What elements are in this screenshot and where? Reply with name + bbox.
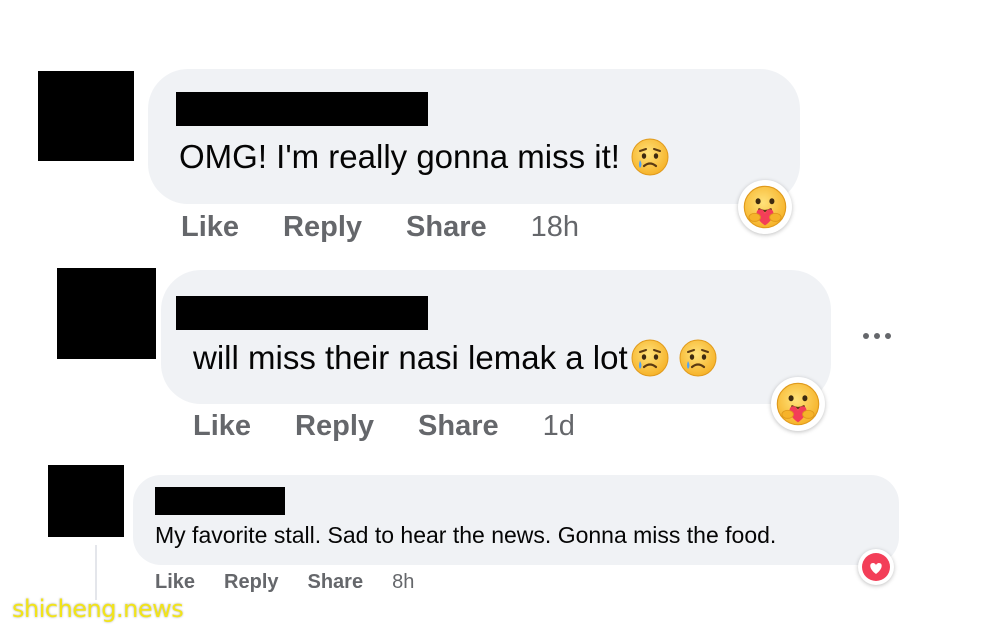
share-button[interactable]: Share bbox=[308, 571, 364, 594]
reply-button[interactable]: Reply bbox=[283, 211, 362, 244]
comment-text: My favorite stall. Sad to hear the news.… bbox=[155, 522, 777, 548]
sad-but-relieved-face-icon bbox=[678, 338, 718, 378]
comment-body: OMG! I'm really gonna miss it! bbox=[179, 137, 670, 177]
watermark: shicheng.news bbox=[12, 595, 184, 623]
comment-body: My favorite stall. Sad to hear the news.… bbox=[155, 522, 776, 549]
comment-text: will miss their nasi lemak a lot bbox=[193, 339, 628, 376]
avatar[interactable] bbox=[57, 268, 156, 359]
avatar[interactable] bbox=[38, 71, 134, 161]
reply-button[interactable]: Reply bbox=[224, 571, 278, 594]
care-reaction-icon[interactable] bbox=[738, 180, 792, 234]
reply-button[interactable]: Reply bbox=[295, 410, 374, 443]
comment-actions: Like Reply Share 18h bbox=[181, 211, 579, 244]
sad-but-relieved-face-icon bbox=[630, 137, 670, 177]
redacted-author-name[interactable] bbox=[176, 296, 428, 330]
comment-text: OMG! I'm really gonna miss it! bbox=[179, 138, 620, 175]
avatar[interactable] bbox=[48, 465, 124, 537]
share-button[interactable]: Share bbox=[406, 211, 487, 244]
comment-body: will miss their nasi lemak a lot bbox=[193, 338, 718, 378]
redacted-author-name[interactable] bbox=[155, 487, 285, 515]
like-button[interactable]: Like bbox=[193, 410, 251, 443]
love-reaction-icon[interactable] bbox=[858, 549, 894, 585]
timestamp[interactable]: 1d bbox=[543, 410, 575, 443]
timestamp[interactable]: 18h bbox=[531, 211, 579, 244]
redacted-author-name[interactable] bbox=[176, 92, 428, 126]
care-reaction-icon[interactable] bbox=[771, 377, 825, 431]
comment-bubble bbox=[161, 270, 831, 404]
comment-actions: Like Reply Share 8h bbox=[155, 571, 414, 594]
sad-but-relieved-face-icon bbox=[630, 338, 670, 378]
more-horizontal-icon[interactable] bbox=[863, 333, 891, 339]
like-button[interactable]: Like bbox=[155, 571, 195, 594]
thread-line bbox=[95, 545, 97, 600]
timestamp[interactable]: 8h bbox=[392, 571, 414, 594]
comment-actions: Like Reply Share 1d bbox=[193, 410, 575, 443]
share-button[interactable]: Share bbox=[418, 410, 499, 443]
like-button[interactable]: Like bbox=[181, 211, 239, 244]
